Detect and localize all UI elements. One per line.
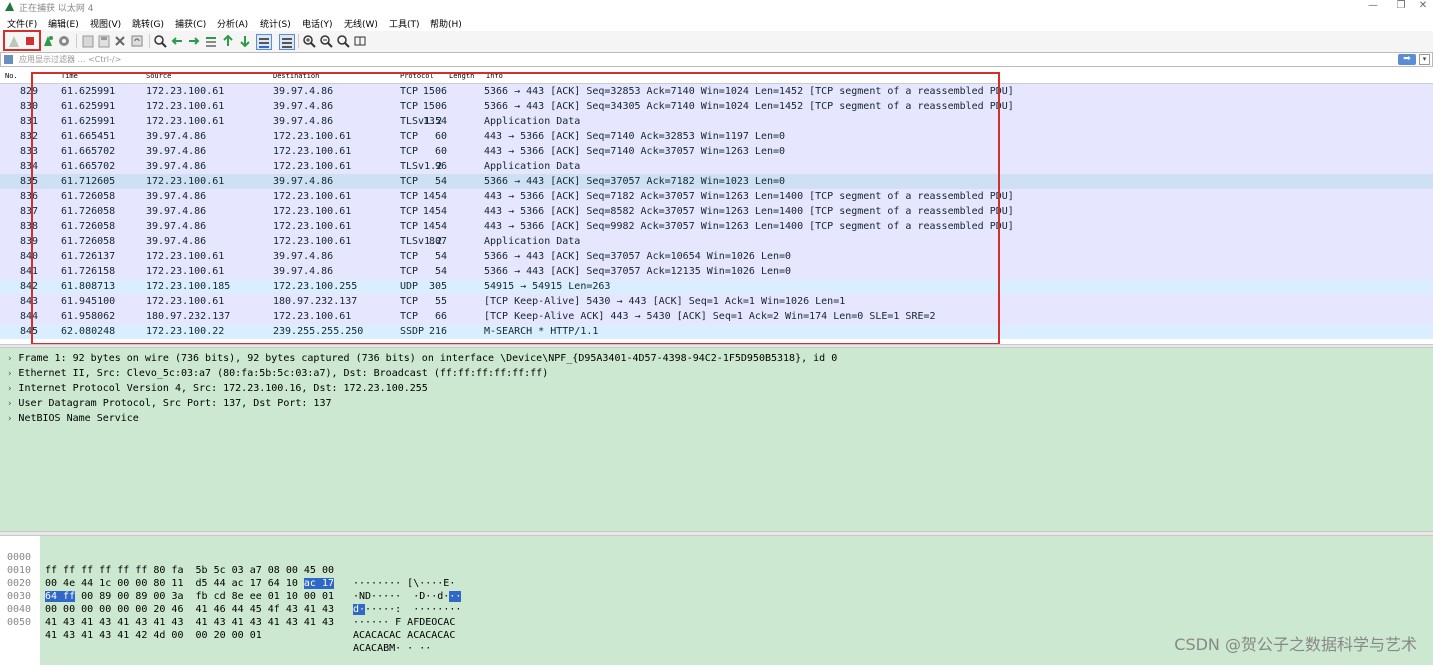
colorize-icon[interactable]	[279, 34, 295, 50]
expand-arrow-icon[interactable]: ›	[7, 354, 12, 364]
go-back-icon[interactable]	[170, 34, 184, 48]
menu-go[interactable]: 跳转(G)	[132, 17, 164, 30]
reload-file-icon[interactable]	[130, 34, 144, 48]
menu-bar: 文件(F) 编辑(E) 视图(V) 跳转(G) 捕获(C) 分析(A) 统计(S…	[0, 14, 1433, 31]
close-icon[interactable]: ✕	[1412, 0, 1433, 13]
go-to-packet-icon[interactable]	[204, 34, 218, 48]
menu-telephony[interactable]: 电话(Y)	[302, 17, 333, 30]
detail-ipv4[interactable]: › Internet Protocol Version 4, Src: 172.2…	[7, 381, 428, 396]
menu-tools[interactable]: 工具(T)	[389, 17, 420, 30]
open-file-icon[interactable]	[81, 34, 95, 48]
menu-statistics[interactable]: 统计(S)	[260, 17, 291, 30]
packet-list-highlight	[31, 72, 1000, 345]
first-packet-icon[interactable]	[221, 34, 235, 48]
menu-view[interactable]: 视图(V)	[90, 17, 121, 30]
main-toolbar	[0, 31, 1433, 53]
maximize-icon[interactable]: ❐	[1390, 0, 1412, 13]
column-no[interactable]: No.	[5, 72, 18, 80]
expand-arrow-icon[interactable]: ›	[7, 384, 12, 394]
apply-filter-arrow-icon[interactable]: ➡	[1398, 54, 1416, 65]
detail-netbios[interactable]: › NetBIOS Name Service	[7, 411, 139, 426]
normal-size-icon[interactable]	[336, 34, 350, 48]
expand-arrow-icon[interactable]: ›	[7, 369, 12, 379]
bytes-row[interactable]: 0050 41 43 41 43 41 42 4d 00 00 20 00 01…	[0, 603, 1433, 654]
detail-frame[interactable]: › Frame 1: 92 bytes on wire (736 bits), 9…	[7, 351, 837, 366]
bytes-row[interactable]: 0030 00 00 00 00 00 00 20 46 41 46 44 45…	[0, 577, 1433, 628]
display-filter-bar: 应用显示过滤器 … <Ctrl-/> ➡ ▾	[0, 52, 1433, 67]
zoom-in-icon[interactable]	[302, 34, 316, 48]
last-packet-icon[interactable]	[238, 34, 252, 48]
window-title: 正在捕获 以太网 4	[19, 4, 94, 14]
menu-file[interactable]: 文件(F)	[7, 17, 37, 30]
detail-ethernet[interactable]: › Ethernet II, Src: Clevo_5c:03:a7 (80:fa…	[7, 366, 548, 381]
capture-options-icon[interactable]	[57, 34, 71, 48]
resize-columns-icon[interactable]	[353, 34, 367, 48]
bytes-row[interactable]: 0000 ff ff ff ff ff ff 80 fa 5b 5c 03 a7…	[0, 538, 1433, 589]
bytes-row[interactable]: 0040 41 43 41 43 41 43 41 43 41 43 41 43…	[0, 590, 1433, 641]
menu-help[interactable]: 帮助(H)	[430, 17, 462, 30]
bytes-row[interactable]: 0020 64 ff 00 89 00 89 00 3a fb cd 8e ee…	[0, 564, 1433, 615]
wireshark-logo-icon	[5, 2, 14, 11]
minimize-icon[interactable]: —	[1362, 0, 1384, 13]
close-file-icon[interactable]	[113, 34, 127, 48]
autoscroll-icon[interactable]	[256, 34, 272, 50]
expand-arrow-icon[interactable]: ›	[7, 414, 12, 424]
save-file-icon[interactable]	[97, 34, 111, 48]
display-filter-input[interactable]: 应用显示过滤器 … <Ctrl-/>	[19, 54, 121, 65]
menu-capture[interactable]: 捕获(C)	[175, 17, 206, 30]
title-bar: 正在捕获 以太网 4 — ❐ ✕	[0, 0, 1433, 14]
packet-details: › Frame 1: 92 bytes on wire (736 bits), 9…	[0, 348, 1433, 531]
detail-udp[interactable]: › User Datagram Protocol, Src Port: 137, …	[7, 396, 332, 411]
bytes-row[interactable]: 0010 00 4e 44 1c 00 00 80 11 d5 44 ac 17…	[0, 551, 1433, 602]
bookmark-icon[interactable]	[4, 55, 13, 64]
zoom-out-icon[interactable]	[319, 34, 333, 48]
find-packet-icon[interactable]	[153, 34, 167, 48]
filter-dropdown-icon[interactable]: ▾	[1419, 54, 1430, 65]
capture-controls-highlight	[3, 30, 41, 51]
expand-arrow-icon[interactable]: ›	[7, 399, 12, 409]
menu-analyze[interactable]: 分析(A)	[217, 17, 248, 30]
go-forward-icon[interactable]	[187, 34, 201, 48]
menu-edit[interactable]: 编辑(E)	[48, 17, 79, 30]
watermark: CSDN @贺公子之数据科学与艺术	[1174, 635, 1417, 654]
menu-wireless[interactable]: 无线(W)	[344, 17, 378, 30]
restart-capture-icon[interactable]	[41, 34, 55, 48]
